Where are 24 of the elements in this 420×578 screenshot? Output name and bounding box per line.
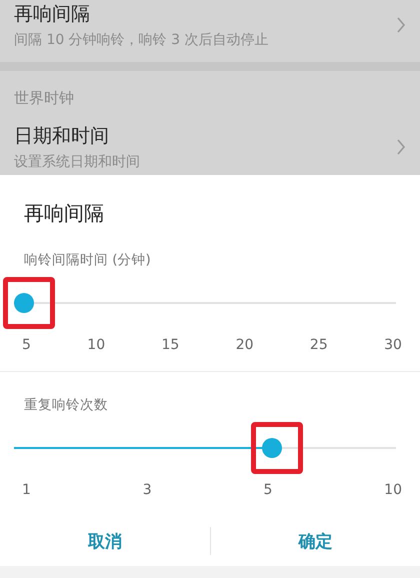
tick-label: 10: [384, 482, 402, 498]
tick-label: 15: [162, 337, 180, 353]
slider-label: 响铃间隔时间 (分钟): [24, 251, 151, 269]
settings-item[interactable]: 再响间隔 间隔 10 分钟响铃，响铃 3 次后自动停止: [0, 0, 420, 62]
tick-label: 5: [263, 482, 272, 498]
slider-thumb[interactable]: [262, 438, 282, 458]
chevron-icon: [396, 138, 406, 156]
item-title: 日期和时间: [14, 124, 110, 149]
item-title: 再响间隔: [14, 2, 91, 27]
tick-label: 10: [87, 337, 106, 353]
settings-item[interactable]: 日期和时间 设置系统日期和时间: [0, 116, 420, 178]
tick-label: 20: [236, 337, 254, 353]
section-header: 世界时钟: [14, 89, 74, 108]
tick-label: 3: [142, 482, 152, 498]
tick-label: 5: [22, 337, 31, 353]
slider-label: 重复响铃次数: [24, 396, 108, 414]
tick-label: 30: [384, 337, 402, 353]
dialog-title: 再响间隔: [24, 200, 104, 227]
slider-thumb[interactable]: [14, 293, 34, 313]
tick-label: 25: [310, 337, 328, 353]
tick-label: 1: [22, 482, 31, 498]
chevron-icon: [396, 16, 406, 34]
item-subtitle: 设置系统日期和时间: [14, 153, 140, 171]
item-subtitle: 间隔 10 分钟响铃，响铃 3 次后自动停止: [14, 31, 269, 49]
